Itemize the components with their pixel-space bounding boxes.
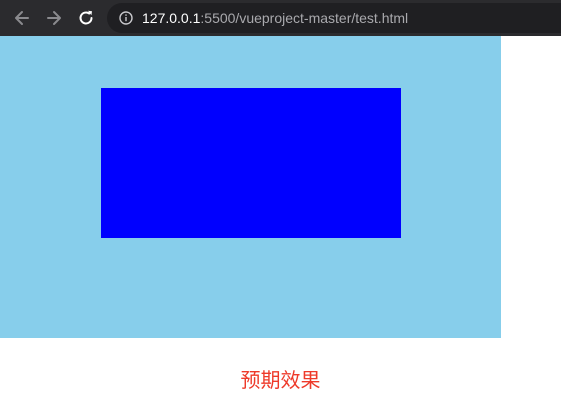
inner-box bbox=[101, 88, 401, 238]
page-viewport: 预期效果 bbox=[0, 36, 561, 411]
back-button[interactable] bbox=[10, 6, 34, 30]
address-bar[interactable]: 127.0.0.1:5500/vueproject-master/test.ht… bbox=[107, 3, 561, 33]
browser-toolbar: 127.0.0.1:5500/vueproject-master/test.ht… bbox=[0, 0, 561, 36]
url-path: :5500/vueproject-master/test.html bbox=[200, 10, 409, 26]
reload-icon bbox=[79, 10, 93, 25]
forward-arrow-icon bbox=[47, 11, 61, 25]
url-host: 127.0.0.1 bbox=[142, 10, 201, 26]
caption-text: 预期效果 bbox=[240, 368, 321, 392]
back-arrow-icon bbox=[15, 11, 29, 25]
forward-button[interactable] bbox=[42, 6, 66, 30]
url-text[interactable]: 127.0.0.1:5500/vueproject-master/test.ht… bbox=[142, 10, 408, 26]
info-icon[interactable] bbox=[119, 11, 133, 25]
outer-box bbox=[0, 36, 501, 338]
reload-button[interactable] bbox=[74, 6, 98, 30]
